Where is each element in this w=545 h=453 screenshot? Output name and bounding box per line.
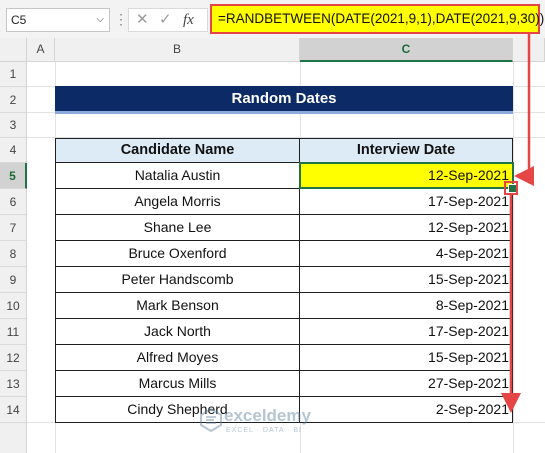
watermark: exceldemy EXCEL · DATA · BI <box>200 406 360 442</box>
exceldemy-logo-icon <box>200 408 222 432</box>
annotation-arrows <box>501 34 534 413</box>
watermark-name: exceldemy <box>224 406 311 425</box>
formula-arrow <box>514 34 534 186</box>
watermark-tagline: EXCEL · DATA · BI <box>226 427 302 434</box>
